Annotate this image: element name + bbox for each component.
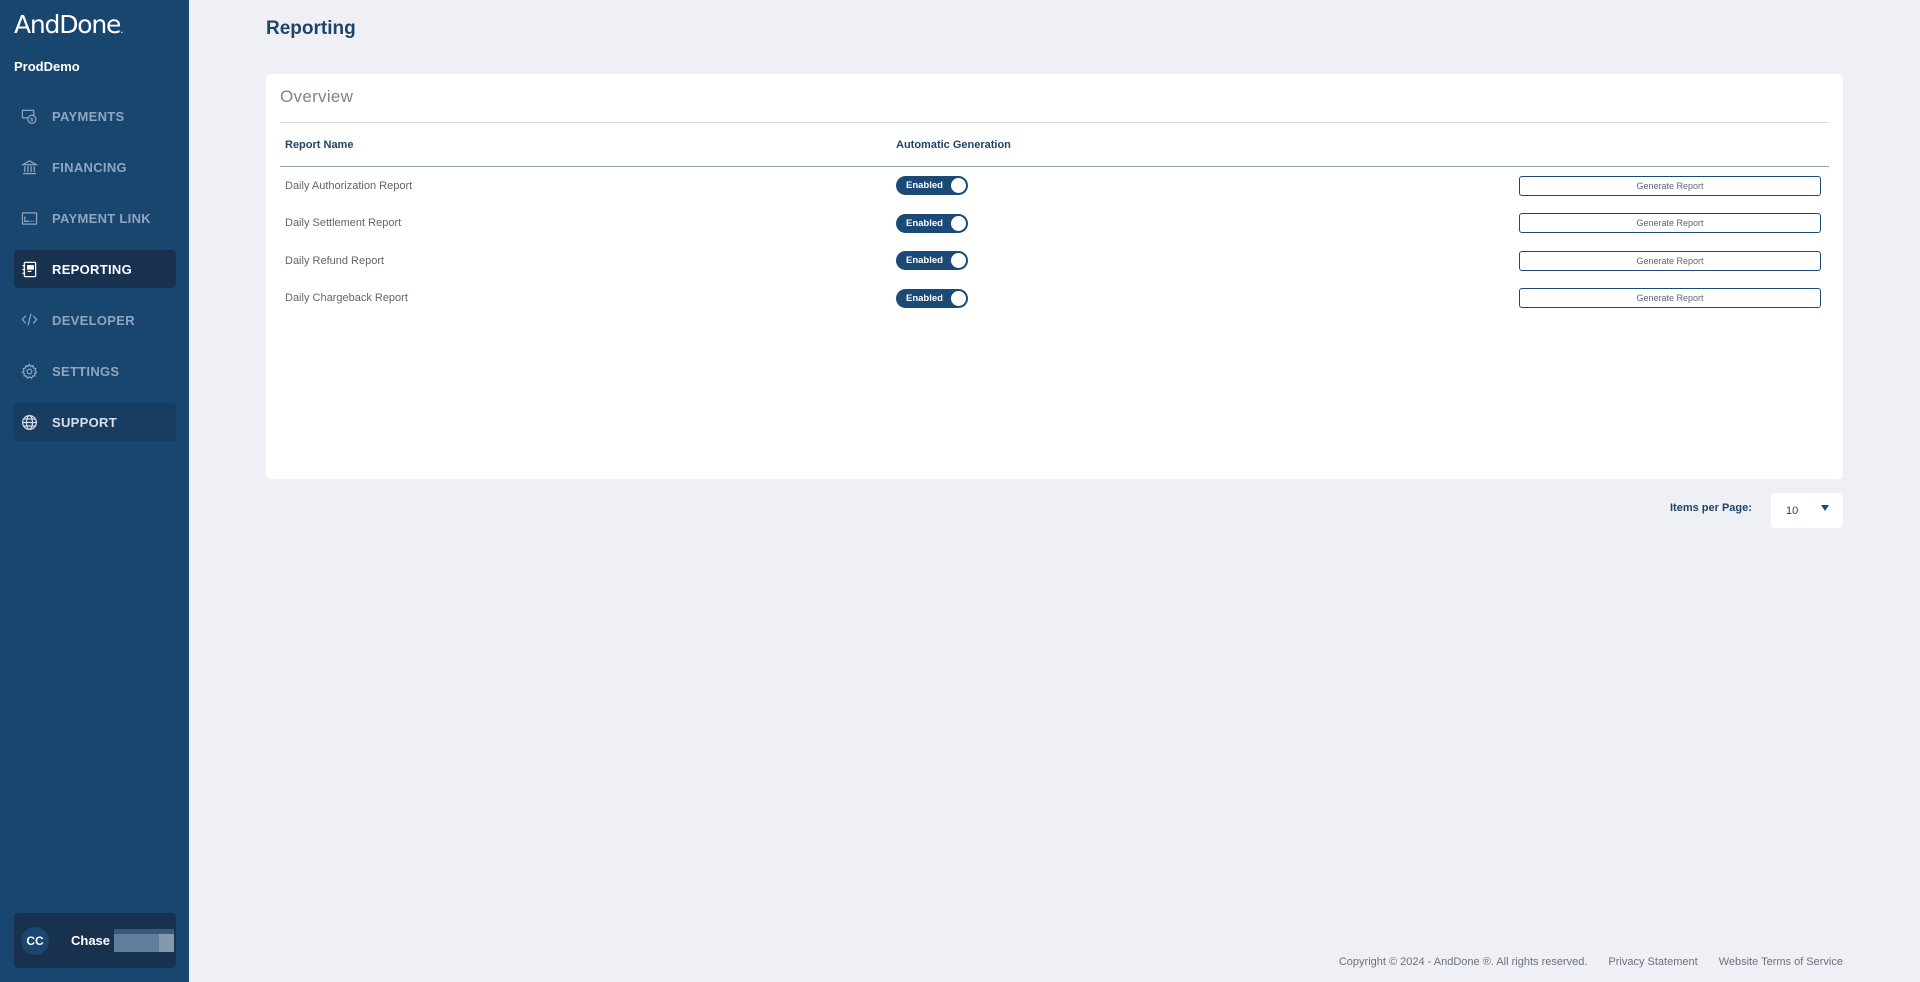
sidebar-item-financing[interactable]: FINANCING — [14, 148, 176, 186]
sidebar-nav: $ PAYMENTS FINANCING PAYMENT LINK REPORT… — [14, 97, 176, 454]
page-title: Reporting — [266, 18, 356, 39]
sidebar-item-developer[interactable]: DEVELOPER — [14, 301, 176, 339]
generate-report-button[interactable]: Generate Report — [1519, 250, 1821, 271]
generate-report-button[interactable]: Generate Report — [1519, 213, 1821, 234]
payments-icon: $ — [21, 108, 38, 125]
sidebar-item-settings[interactable]: SETTINGS — [14, 352, 176, 390]
report-name: Daily Chargeback Report — [285, 292, 408, 305]
table-header: Report Name Automatic Generation — [280, 123, 1829, 167]
logo-text: AndDone — [14, 10, 121, 39]
reports-table: Report Name Automatic Generation Daily A… — [280, 123, 1829, 317]
sidebar-item-label: REPORTING — [52, 261, 132, 277]
table-row: Daily Authorization Report Enabled Gener… — [280, 167, 1829, 205]
globe-icon — [21, 414, 38, 431]
generate-report-button[interactable]: Generate Report — [1519, 175, 1821, 196]
items-per-page-value: 10 — [1786, 504, 1799, 517]
items-per-page-select[interactable]: 10 — [1771, 493, 1843, 528]
sidebar-item-label: DEVELOPER — [52, 312, 135, 328]
svg-text:$: $ — [30, 117, 34, 123]
toggle-knob — [950, 289, 967, 307]
report-name: Daily Settlement Report — [285, 217, 402, 230]
overview-title: Overview — [280, 87, 354, 106]
gear-icon — [21, 362, 38, 380]
table-row: Daily Chargeback Report Enabled Generate… — [280, 280, 1829, 318]
toggle-label: Enabled — [906, 217, 943, 229]
overview-card: Overview Report Name Automatic Generatio… — [266, 74, 1843, 479]
logo-dot: . — [120, 25, 124, 36]
sidebar-item-payment-link[interactable]: PAYMENT LINK — [14, 199, 176, 237]
terms-of-service-link[interactable]: Website Terms of Service — [1719, 956, 1843, 968]
privacy-statement-link[interactable]: Privacy Statement — [1608, 956, 1697, 968]
sidebar-item-label: SETTINGS — [52, 363, 120, 379]
org-name: ProdDemo — [14, 59, 80, 74]
bank-icon — [21, 159, 38, 176]
report-icon — [21, 261, 38, 278]
table-row: Daily Refund Report Enabled Generate Rep… — [280, 242, 1829, 280]
auto-generation-toggle[interactable]: Enabled — [896, 251, 968, 271]
sidebar-item-support[interactable]: SUPPORT — [14, 403, 176, 441]
sidebar-item-payments[interactable]: $ PAYMENTS — [14, 97, 176, 135]
user-name: Chase — [71, 933, 111, 948]
sidebar-item-label: PAYMENTS — [52, 108, 125, 124]
andone-logo[interactable]: AndDone. — [14, 10, 123, 39]
column-header-report-name: Report Name — [285, 138, 354, 151]
auto-generation-toggle[interactable]: Enabled — [896, 213, 968, 233]
copyright-text: Copyright © 2024 - AndDone ®. All rights… — [1338, 956, 1588, 968]
redacted-last-name — [114, 929, 175, 952]
sidebar: AndDone. ProdDemo $ PAYMENTS FINANCING P… — [0, 0, 189, 982]
toggle-knob — [950, 252, 967, 270]
toggle-label: Enabled — [906, 255, 943, 267]
footer: Copyright © 2024 - AndDone ®. All rights… — [1339, 956, 1843, 968]
toggle-knob — [950, 177, 967, 195]
avatar: CC — [21, 926, 49, 955]
items-per-page-label: Items per Page: — [1670, 502, 1752, 514]
payment-link-icon — [21, 210, 38, 227]
user-menu[interactable]: CC Chase — [14, 913, 176, 968]
sidebar-item-label: SUPPORT — [52, 414, 117, 430]
toggle-knob — [950, 214, 967, 232]
sidebar-item-label: PAYMENT LINK — [52, 210, 151, 226]
sidebar-item-label: FINANCING — [52, 159, 127, 175]
caret-down-icon — [1821, 505, 1829, 511]
sidebar-item-reporting[interactable]: REPORTING — [14, 250, 176, 288]
report-name: Daily Refund Report — [285, 254, 385, 267]
code-icon — [21, 312, 38, 329]
report-name: Daily Authorization Report — [285, 179, 413, 192]
column-header-automatic-generation: Automatic Generation — [896, 138, 1011, 151]
toggle-label: Enabled — [906, 180, 943, 192]
generate-report-button[interactable]: Generate Report — [1519, 288, 1821, 309]
auto-generation-toggle[interactable]: Enabled — [896, 176, 968, 196]
table-row: Daily Settlement Report Enabled Generate… — [280, 205, 1829, 243]
toggle-label: Enabled — [906, 292, 943, 304]
auto-generation-toggle[interactable]: Enabled — [896, 288, 968, 308]
